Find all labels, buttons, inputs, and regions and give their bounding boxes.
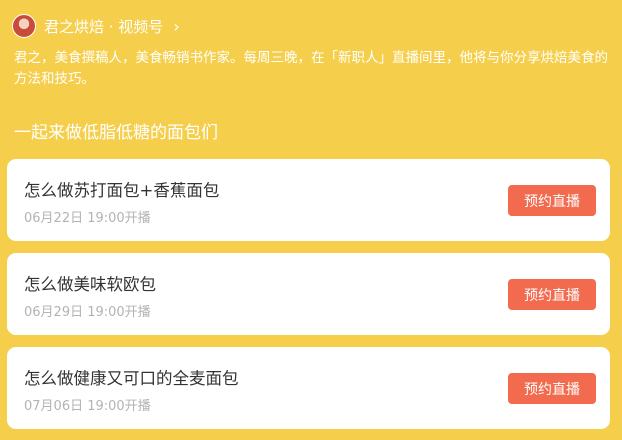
section-title: 一起来做低脂低糖的面包们 [14,123,218,143]
live-card[interactable]: 怎么做苏打面包+香蕉面包 06月22日 19:00开播 预约直播 [7,159,610,241]
live-card[interactable]: 怎么做健康又可口的全麦面包 07月06日 19:00开播 预约直播 [7,347,610,429]
reserve-live-button[interactable]: 预约直播 [508,373,596,404]
channel-name[interactable]: 君之烘焙 · 视频号 [44,16,163,37]
live-time: 06月29日 19:00开播 [24,305,151,320]
live-title: 怎么做美味软欧包 [24,275,156,294]
watermark-text: 君焙电器 [550,413,606,429]
reserve-live-button[interactable]: 预约直播 [508,185,596,216]
watermark: 君焙电器 [522,410,606,430]
reserve-live-button[interactable]: 预约直播 [508,279,596,310]
live-title: 怎么做苏打面包+香蕉面包 [24,181,220,200]
live-time: 06月22日 19:00开播 [24,211,151,226]
live-title: 怎么做健康又可口的全麦面包 [24,369,239,388]
wechat-icon [522,411,544,428]
live-time: 07月06日 19:00开播 [24,399,151,414]
avatar[interactable] [12,14,36,38]
live-card[interactable]: 怎么做美味软欧包 06月29日 19:00开播 预约直播 [7,253,610,335]
channel-intro: 君之，美食撰稿人，美食畅销书作家。每周三晚，在「新职人」直播间里，他将与你分享烘… [14,50,608,87]
chevron-right-icon[interactable]: › [173,17,179,36]
channel-header[interactable]: 君之烘焙 · 视频号 › [12,12,180,40]
